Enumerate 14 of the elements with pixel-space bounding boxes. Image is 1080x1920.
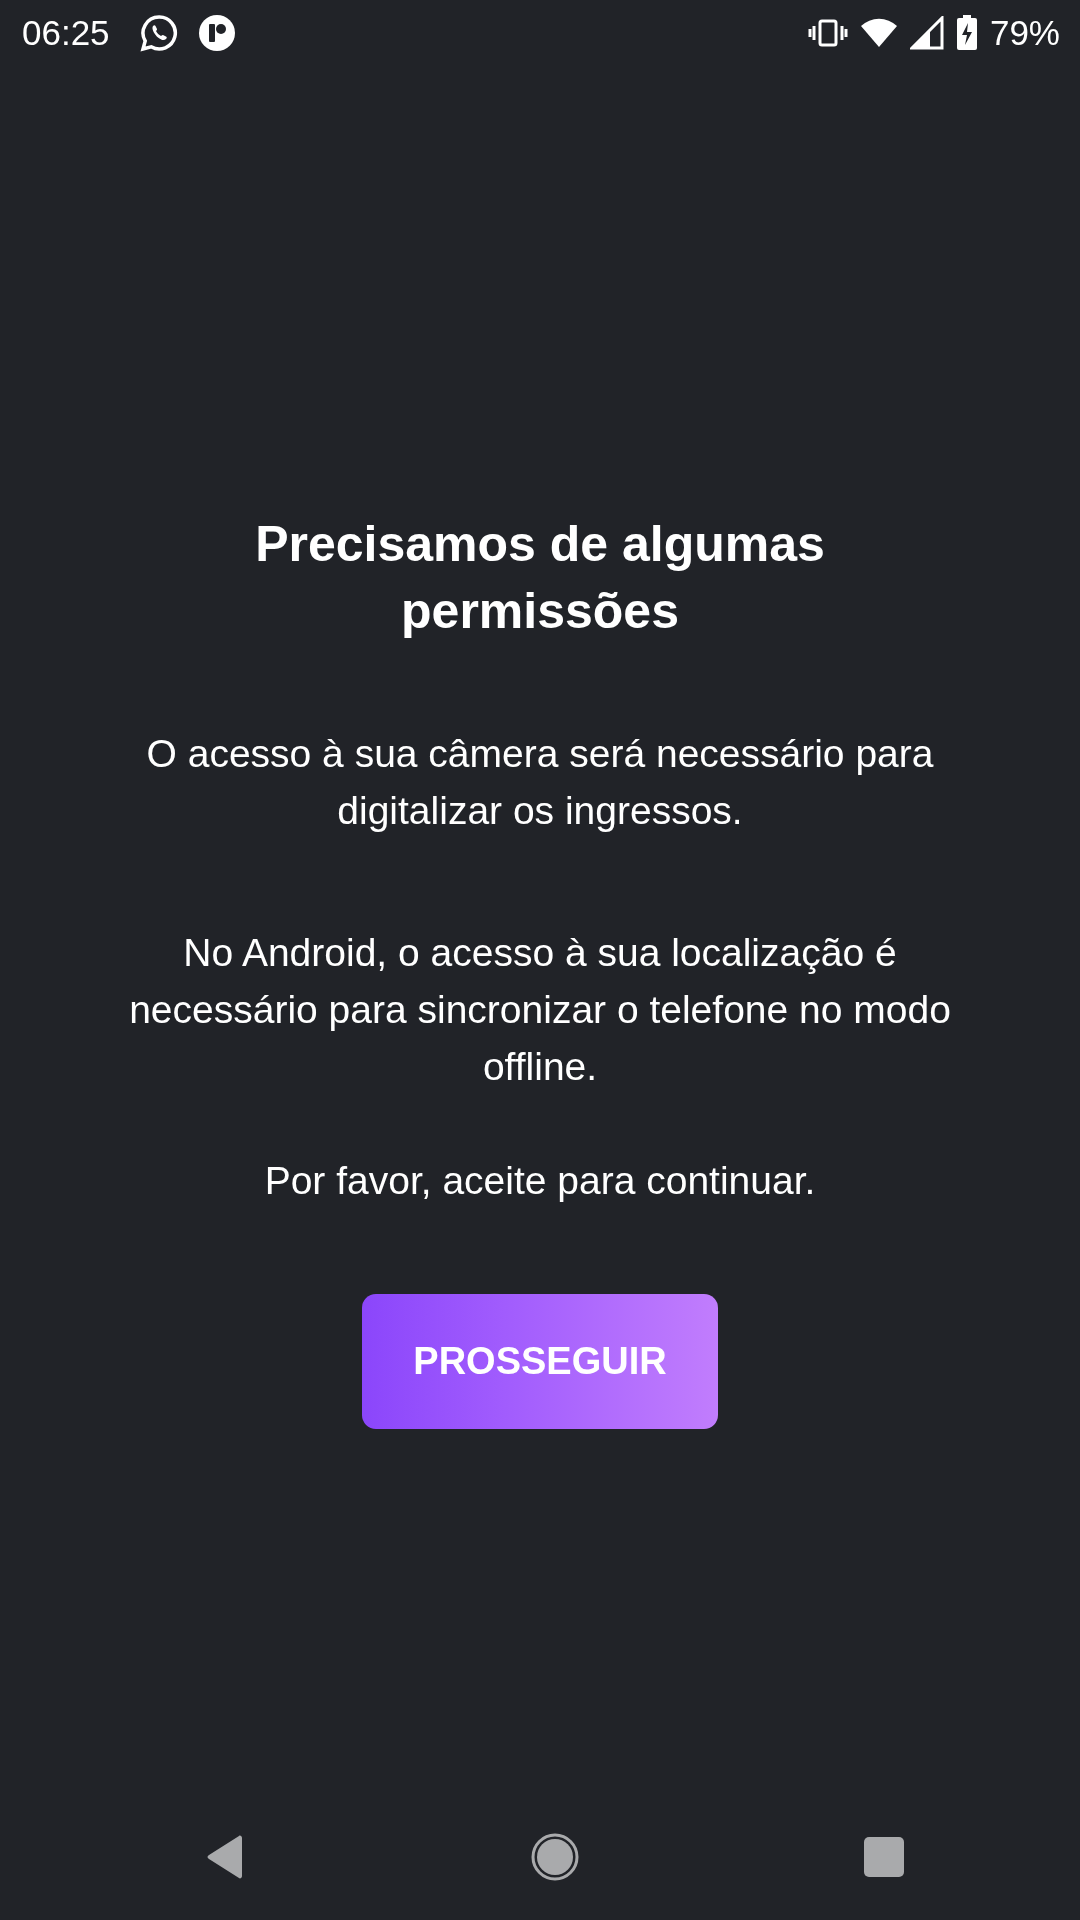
signal-icon xyxy=(909,16,944,50)
continue-button[interactable]: PROSSEGUIR xyxy=(362,1294,718,1429)
message-text: No Android, o acesso à sua localização é necessário para sincronizar o telefone no modo offline. xyxy=(128,930,952,1090)
title: Precisamos de algumas permissões xyxy=(254,515,826,641)
home-icon[interactable] xyxy=(531,1833,579,1881)
battery-icon xyxy=(955,15,978,51)
wifi-icon xyxy=(859,18,898,48)
chat-bubble-icon xyxy=(139,14,178,52)
message-text: Por favor, aceite para continuar. xyxy=(264,1158,816,1204)
battery-percentage: 79% xyxy=(989,13,1060,53)
message-text: O acesso à sua câmera será necessário para digitalizar os ingressos. xyxy=(145,731,935,834)
vibrate-icon xyxy=(807,18,848,48)
app-circle-icon xyxy=(197,14,236,52)
clock: 06:25 xyxy=(22,13,110,53)
